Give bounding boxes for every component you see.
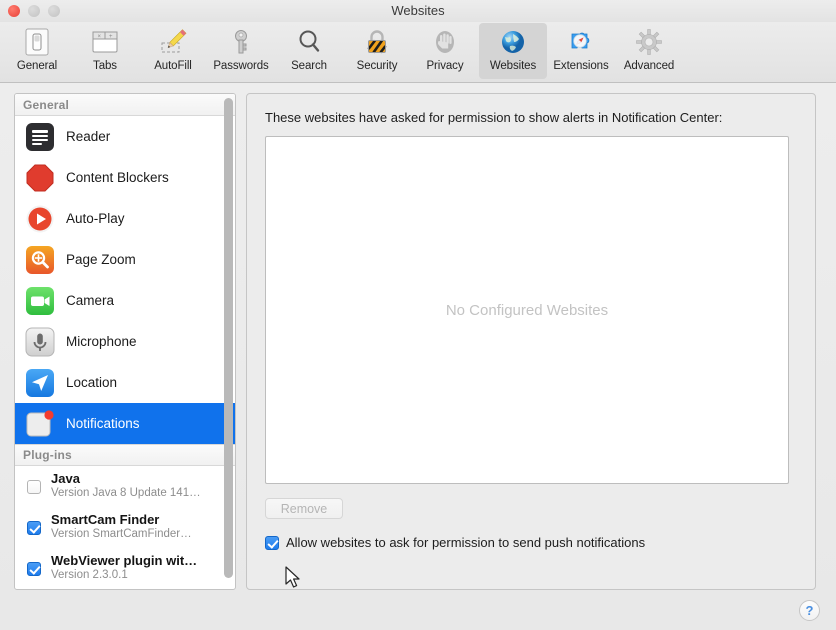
microphone-icon bbox=[25, 327, 55, 357]
plugin-version: Version Java 8 Update 141… bbox=[51, 487, 201, 500]
plugin-version: Version SmartCamFinder… bbox=[51, 528, 192, 541]
remove-button[interactable]: Remove bbox=[265, 498, 343, 519]
toolbar-tab-tabs[interactable]: × + Tabs bbox=[71, 23, 139, 79]
empty-state-label: No Configured Websites bbox=[445, 301, 609, 319]
plugin-version: Version 2.3.0.1 bbox=[51, 569, 128, 582]
sidebar-item-notifications[interactable]: Notifications bbox=[15, 403, 235, 444]
sidebar-item-location[interactable]: Location bbox=[15, 362, 235, 403]
auto-play-icon bbox=[25, 204, 55, 234]
pane-caption: These websites have asked for permission… bbox=[265, 110, 723, 125]
toolbar-tab-label: Passwords bbox=[213, 60, 269, 72]
page-zoom-icon bbox=[25, 245, 55, 275]
toolbar-tab-autofill[interactable]: AutoFill bbox=[139, 23, 207, 79]
sidebar-item-label: Location bbox=[66, 375, 118, 390]
plugin-checkbox-smartcam-finder[interactable] bbox=[27, 520, 41, 535]
sidebar-item-reader[interactable]: Reader bbox=[15, 116, 235, 157]
window-title: Websites bbox=[391, 3, 445, 18]
plugin-name: WebViewer plugin wit… bbox=[51, 554, 198, 569]
plugin-name: SmartCam Finder bbox=[51, 513, 160, 528]
globe-icon bbox=[498, 26, 528, 58]
sidebar-scrollbar[interactable] bbox=[224, 98, 233, 586]
plugin-text: Java Version Java 8 Update 141… bbox=[51, 472, 201, 500]
plugin-text: WebViewer plugin wit… Version 2.3.0.1 bbox=[51, 554, 197, 582]
sidebar-group-header-plugins: Plug-ins bbox=[15, 444, 235, 466]
allow-push-notifications-row[interactable]: Allow websites to ask for permission to … bbox=[265, 535, 797, 550]
preferences-toolbar: General × + Tabs AutoFill Passwords Sear… bbox=[0, 22, 836, 83]
sidebar-item-microphone[interactable]: Microphone bbox=[15, 321, 235, 362]
tabs-icon: × + bbox=[90, 26, 120, 58]
plugin-checkbox-webviewer[interactable] bbox=[27, 561, 41, 576]
toolbar-tab-label: General bbox=[16, 60, 58, 72]
sidebar-item-auto-play[interactable]: Auto-Play bbox=[15, 198, 235, 239]
sidebar-scrollbar-thumb[interactable] bbox=[224, 98, 233, 578]
puzzle-compass-icon bbox=[566, 26, 596, 58]
toolbar-tab-label: Privacy bbox=[426, 60, 464, 72]
toolbar-tab-passwords[interactable]: Passwords bbox=[207, 23, 275, 79]
toolbar-tab-label: Advanced bbox=[623, 60, 675, 72]
configured-websites-list[interactable]: No Configured Websites bbox=[265, 136, 789, 484]
magnifier-icon bbox=[294, 26, 324, 58]
general-switch-icon bbox=[24, 26, 50, 58]
sidebar-item-label: Notifications bbox=[66, 416, 140, 431]
toolbar-tab-websites[interactable]: Websites bbox=[479, 23, 547, 79]
preferences-body: General Reader Content Blockers Auto-Pla… bbox=[0, 83, 836, 630]
location-icon bbox=[25, 368, 55, 398]
sidebar-item-label: Reader bbox=[66, 129, 111, 144]
notifications-icon bbox=[25, 409, 55, 439]
sidebar-plugin-row-webviewer[interactable]: WebViewer plugin wit… Version 2.3.0.1 bbox=[15, 548, 235, 589]
plugin-text: SmartCam Finder Version SmartCamFinder… bbox=[51, 513, 192, 541]
gear-icon bbox=[634, 26, 664, 58]
camera-icon bbox=[25, 286, 55, 316]
toolbar-tab-security[interactable]: Security bbox=[343, 23, 411, 79]
toolbar-tab-label: Extensions bbox=[553, 60, 609, 72]
svg-text:+: + bbox=[109, 34, 113, 40]
sidebar-item-page-zoom[interactable]: Page Zoom bbox=[15, 239, 235, 280]
toolbar-tab-privacy[interactable]: Privacy bbox=[411, 23, 479, 79]
content-blockers-icon bbox=[25, 163, 55, 193]
svg-text:×: × bbox=[98, 34, 102, 40]
allow-push-notifications-label: Allow websites to ask for permission to … bbox=[286, 535, 646, 550]
sidebar-item-label: Auto-Play bbox=[66, 211, 125, 226]
sidebar-plugin-row-smartcam-finder[interactable]: SmartCam Finder Version SmartCamFinder… bbox=[15, 507, 235, 548]
reader-icon bbox=[25, 122, 55, 152]
plugin-name: Java bbox=[51, 472, 80, 487]
title-bar: Websites bbox=[0, 0, 836, 22]
toolbar-tab-label: Search bbox=[291, 60, 327, 72]
toolbar-tab-extensions[interactable]: Extensions bbox=[547, 23, 615, 79]
autofill-pencil-icon bbox=[158, 26, 188, 58]
toolbar-tab-label: Security bbox=[356, 60, 398, 72]
key-icon bbox=[226, 26, 256, 58]
sidebar-item-label: Content Blockers bbox=[66, 170, 169, 185]
sidebar-group-header-general: General bbox=[15, 94, 235, 116]
sidebar-item-camera[interactable]: Camera bbox=[15, 280, 235, 321]
toolbar-tab-label: AutoFill bbox=[154, 60, 192, 72]
notifications-settings-pane: These websites have asked for permission… bbox=[246, 93, 816, 590]
safari-preferences-window: Websites General × + Tabs AutoFill Passw… bbox=[0, 0, 836, 630]
plugin-checkbox-java[interactable] bbox=[27, 479, 41, 494]
toolbar-tab-label: Websites bbox=[489, 60, 537, 72]
toolbar-tab-general[interactable]: General bbox=[3, 23, 71, 79]
sidebar-item-content-blockers[interactable]: Content Blockers bbox=[15, 157, 235, 198]
sidebar-item-label: Camera bbox=[66, 293, 115, 308]
toolbar-tab-label: Tabs bbox=[93, 60, 117, 72]
allow-push-notifications-checkbox[interactable] bbox=[265, 535, 279, 550]
toolbar-tab-advanced[interactable]: Advanced bbox=[615, 23, 683, 79]
hand-icon bbox=[430, 26, 460, 58]
sidebar-plugin-row-java[interactable]: Java Version Java 8 Update 141… bbox=[15, 466, 235, 507]
settings-sidebar: General Reader Content Blockers Auto-Pla… bbox=[14, 93, 236, 590]
sidebar-item-label: Page Zoom bbox=[66, 252, 136, 267]
sidebar-item-label: Microphone bbox=[66, 334, 137, 349]
padlock-icon bbox=[362, 26, 392, 58]
toolbar-tab-search[interactable]: Search bbox=[275, 23, 343, 79]
help-button[interactable]: ? bbox=[799, 600, 820, 621]
